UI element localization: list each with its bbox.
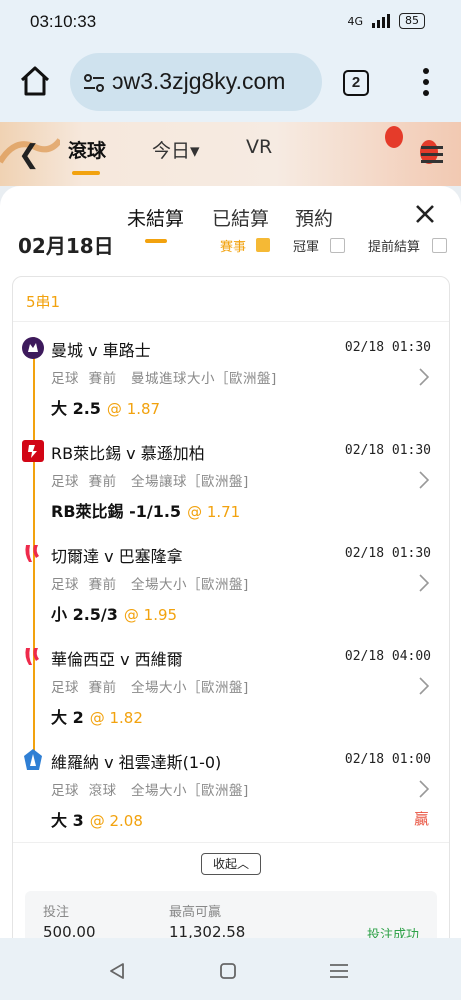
match-name: 華倫西亞 v 西維爾	[51, 650, 183, 669]
signal-icon	[372, 14, 390, 28]
result-badge: 贏	[413, 810, 429, 828]
tab-switcher-button[interactable]: 2	[343, 70, 369, 96]
lantern-decoration-icon	[385, 126, 403, 148]
filter-events-label: 賽事	[220, 240, 247, 255]
back-nav-icon[interactable]	[108, 962, 126, 980]
more-menu-icon[interactable]	[420, 68, 432, 98]
filter-champion-checkbox[interactable]	[330, 238, 345, 253]
stage-label: 滾球	[88, 783, 117, 799]
home-nav-icon[interactable]	[219, 962, 237, 980]
site-header: ❮ 滾球 今日▾ VR	[0, 122, 461, 186]
list-item[interactable]: 華倫西亞 v 西維爾 02/18 04:00 足球 賽前 全場大小［歐洲盤] 大…	[13, 643, 449, 746]
match-time: 02/18 01:00	[344, 752, 431, 767]
address-bar[interactable]: ɔw3.3zjg8ky.com	[70, 53, 322, 111]
list-item[interactable]: 切爾達 v 巴塞隆拿 02/18 01:30 足球 賽前 全場大小［歐洲盤] 小…	[13, 540, 449, 643]
match-time: 02/18 01:30	[344, 443, 431, 458]
filter-row: 02月18日 賽事 冠軍 提前結算	[0, 236, 461, 260]
clock: 03:10:33	[30, 12, 97, 31]
bet-summary: 投注 500.00 最高可贏 11,302.58 投注成功	[25, 891, 437, 938]
network-label: 4G	[347, 14, 363, 28]
url-text: ɔw3.3zjg8ky.com	[112, 68, 286, 94]
match-name: 曼城 v 車路士	[51, 341, 151, 360]
odds-label: @ 1.71	[187, 503, 241, 521]
odds-label: @ 2.08	[89, 812, 143, 830]
list-item[interactable]: 曼城 v 車路士 02/18 01:30 足球 賽前 曼城進球大小［歐洲盤] 大…	[13, 334, 449, 437]
date-label: 02月18日	[18, 236, 114, 258]
selection-label: RB萊比錫 -1/1.5	[51, 502, 182, 521]
site-settings-icon[interactable]	[82, 71, 106, 95]
parlay-card: 5串1 曼城 v 車路士 02/18 01:30 足球 賽前 曼城進球大小［歐洲…	[12, 276, 450, 938]
sport-label: 足球	[51, 577, 79, 593]
match-time: 02/18 01:30	[344, 340, 431, 355]
battery-icon: 85	[399, 13, 425, 29]
stage-label: 賽前	[88, 680, 117, 696]
bundesliga-logo-icon	[22, 440, 44, 462]
odds-label: @ 1.82	[89, 709, 143, 727]
list-item[interactable]: RB萊比錫 v 慕遜加柏 02/18 01:30 足球 賽前 全場讓球［歐洲盤]…	[13, 437, 449, 540]
sport-label: 足球	[51, 680, 79, 696]
market-label: 全場大小［歐洲盤]	[130, 680, 249, 696]
recents-nav-icon[interactable]	[329, 962, 349, 980]
system-nav-bar	[0, 938, 461, 1000]
stage-label: 賽前	[88, 577, 117, 593]
tab-vr[interactable]: VR	[246, 136, 272, 158]
filter-events-checkbox[interactable]	[256, 238, 270, 252]
sport-label: 足球	[51, 371, 79, 387]
hamburger-menu-icon[interactable]	[421, 146, 443, 163]
chevron-right-icon[interactable]	[419, 780, 429, 798]
chevron-right-icon[interactable]	[419, 574, 429, 592]
chevron-right-icon[interactable]	[419, 368, 429, 386]
chevron-right-icon[interactable]	[419, 677, 429, 695]
odds-label: @ 1.87	[106, 400, 161, 418]
close-icon[interactable]	[415, 204, 435, 224]
sport-label: 足球	[51, 474, 79, 490]
selection-label: 大 2	[51, 708, 84, 727]
status-badge: 投注成功	[366, 928, 419, 938]
list-item[interactable]: 維羅納 v 祖雲達斯(1-0) 02/18 01:00 足球 滾球 全場大小［歐…	[13, 746, 449, 849]
back-icon[interactable]: ❮	[18, 140, 40, 170]
status-bar: 03:10:33 4G 85	[0, 0, 461, 44]
market-label: 全場讓球［歐洲盤]	[130, 474, 249, 490]
tab-settled[interactable]: 已結算	[212, 204, 269, 231]
match-name: 維羅納 v 祖雲達斯(1-0)	[51, 753, 222, 772]
chevron-right-icon[interactable]	[419, 471, 429, 489]
laliga-logo-icon	[25, 545, 39, 562]
sport-label: 足球	[51, 783, 79, 799]
stage-label: 賽前	[88, 371, 117, 387]
tab-live[interactable]: 滾球	[68, 136, 106, 175]
odds-label: @ 1.95	[123, 606, 178, 624]
laliga-logo-icon	[25, 648, 39, 665]
premier-league-logo-icon	[22, 337, 44, 359]
home-icon[interactable]	[18, 64, 52, 98]
selection-label: 大 2.5	[51, 399, 101, 418]
match-name: RB萊比錫 v 慕遜加柏	[51, 444, 205, 463]
match-time: 02/18 01:30	[344, 546, 431, 561]
match-time: 02/18 04:00	[344, 649, 431, 664]
bet-slip-sheet: 未結算 已結算 預約 02月18日 賽事 冠軍 提前結算 5串1 曼城 v 車路…	[0, 186, 461, 938]
serie-a-logo-icon	[24, 749, 42, 770]
market-label: 全場大小［歐洲盤]	[130, 783, 249, 799]
collapse-button[interactable]: 收起︿	[201, 853, 261, 875]
tab-reserved[interactable]: 預約	[295, 204, 333, 231]
filter-champion-label: 冠軍	[293, 240, 320, 255]
stake-label: 投注	[43, 905, 70, 920]
filter-early-settle-checkbox[interactable]	[432, 238, 447, 253]
browser-toolbar: ɔw3.3zjg8ky.com 2	[0, 44, 461, 122]
parlay-title: 5串1	[26, 293, 61, 311]
stake-value: 500.00	[43, 923, 96, 938]
match-name: 切爾達 v 巴塞隆拿	[51, 547, 183, 566]
tab-unsettled[interactable]: 未結算	[127, 204, 184, 243]
max-win-label: 最高可贏	[169, 905, 222, 920]
selection-label: 大 3	[51, 811, 84, 830]
market-label: 曼城進球大小［歐洲盤]	[130, 371, 277, 387]
max-win-value: 11,302.58	[169, 923, 246, 938]
stage-label: 賽前	[88, 474, 117, 490]
filter-early-settle-label: 提前結算	[368, 240, 421, 255]
tab-today[interactable]: 今日▾	[152, 136, 200, 163]
selection-label: 小 2.5/3	[51, 605, 118, 624]
market-label: 全場大小［歐洲盤]	[130, 577, 249, 593]
